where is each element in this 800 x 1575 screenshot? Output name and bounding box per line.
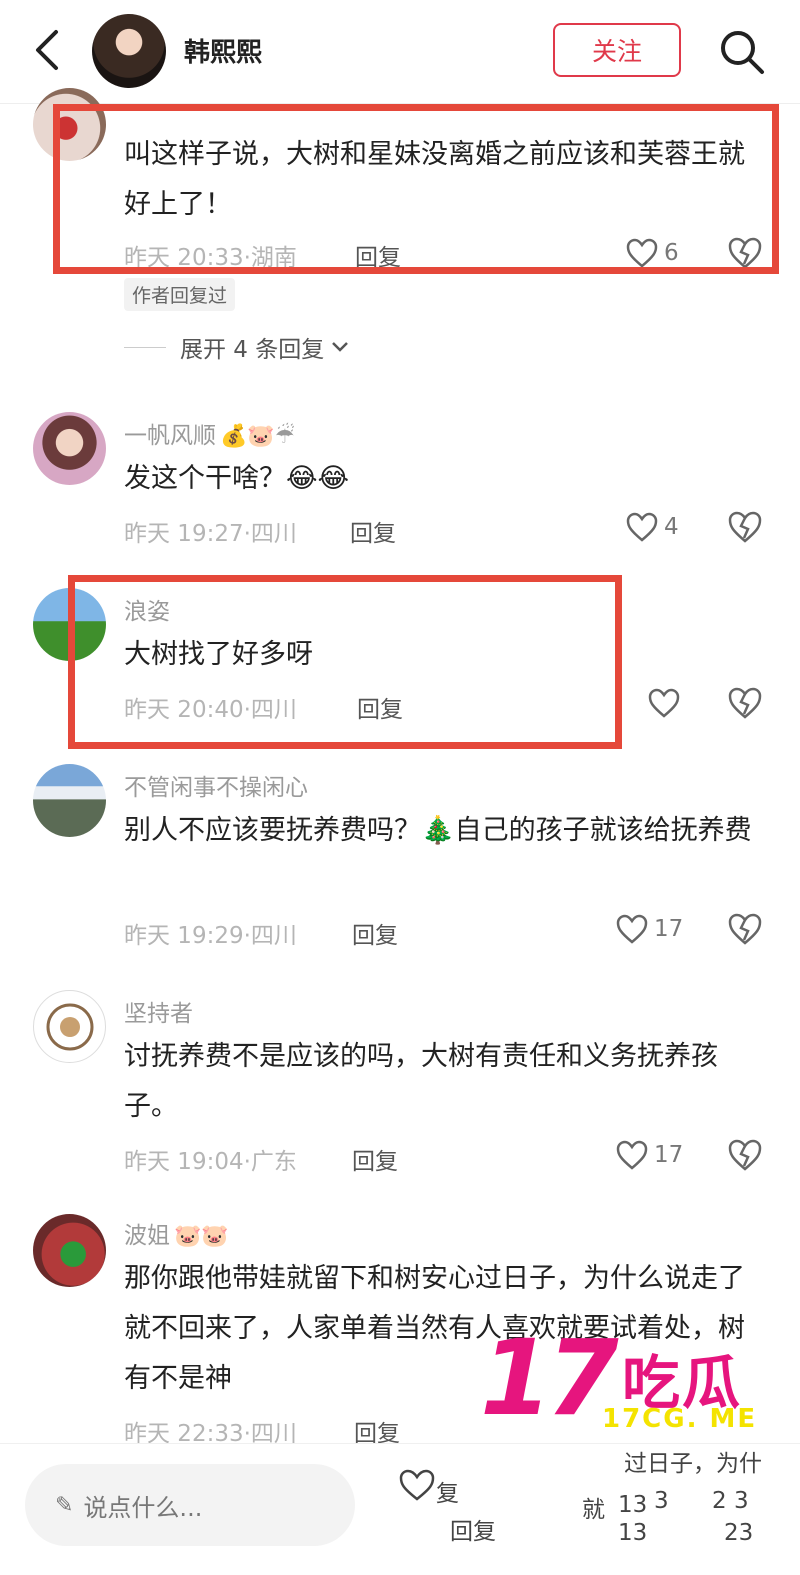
ghost-text: 23 — [724, 1520, 754, 1546]
highlight-box — [68, 575, 622, 749]
comment-time-location: 昨天 19:29·四川 — [124, 923, 297, 949]
reply-button[interactable]: 回复 — [352, 1142, 398, 1176]
watermark-site: 17CG. ME — [602, 1404, 758, 1434]
heart-icon — [616, 914, 648, 944]
comment-input-placeholder: 说点什么... — [83, 1493, 203, 1522]
ghost-text: 13 — [618, 1492, 648, 1518]
name-emojis: 💰🐷☔ — [220, 424, 295, 449]
broken-heart-icon — [728, 511, 762, 543]
name-emojis: 🐷🐷 — [174, 1224, 229, 1249]
broken-heart-icon — [728, 1139, 762, 1171]
dislike-button[interactable] — [727, 510, 763, 544]
ghost-text: 3 — [654, 1488, 669, 1514]
comment-text: 别人不应该要抚养费吗？🎄自己的孩子就该给抚养费 — [124, 815, 752, 846]
heart-icon — [616, 1140, 648, 1170]
like-button[interactable]: 4 — [626, 510, 679, 544]
commenter-name-text: 波姐 — [124, 1223, 170, 1249]
comment-item: 坚持者 讨抚养费不是应该的吗，大树有责任和义务抚养孩子。 昨天 19:04·广东… — [0, 982, 800, 1192]
commenter-avatar[interactable] — [33, 1214, 106, 1287]
divider — [124, 346, 166, 348]
watermark-logo: 17 吃瓜 17CG. ME — [480, 1317, 780, 1439]
ghost-text: 回复 — [450, 1519, 496, 1545]
chevron-down-icon — [332, 342, 349, 352]
ghost-text: 13 — [618, 1520, 648, 1546]
dislike-button[interactable] — [727, 912, 763, 946]
ghost-text: 2 3 — [712, 1488, 749, 1514]
highlight-box — [53, 104, 779, 274]
heart-icon — [648, 688, 680, 718]
commenter-name[interactable]: 不管闲事不操闲心 — [124, 768, 308, 802]
like-count: 17 — [654, 1142, 684, 1168]
ghost-text: 复 — [436, 1481, 459, 1507]
watermark-number: 17 — [480, 1317, 619, 1439]
broken-heart-icon — [728, 687, 762, 719]
like-count: 17 — [654, 916, 684, 942]
like-button[interactable] — [648, 686, 686, 720]
reply-button[interactable]: 回复 — [352, 916, 398, 950]
commenter-name[interactable]: 一帆风顺 💰🐷☔ — [124, 416, 295, 450]
comment-item: 一帆风顺 💰🐷☔ 发这个干啥？😂😂 昨天 19:27·四川 回复 4 — [0, 400, 800, 560]
dislike-button[interactable] — [727, 1138, 763, 1172]
author-replied-badge: 作者回复过 — [124, 278, 236, 311]
heart-icon — [626, 512, 658, 542]
commenter-avatar[interactable] — [33, 990, 106, 1063]
commenter-name[interactable]: 坚持者 — [124, 994, 193, 1028]
commenter-name-text: 一帆风顺 — [124, 423, 216, 449]
comment-text: 讨抚养费不是应该的吗，大树有责任和义务抚养孩子。 — [124, 1041, 718, 1122]
bottom-comment-bar: ✎ 说点什么... 复 回复 过日子，为什 就 13 3 2 3 13 23 — [0, 1443, 800, 1575]
pencil-icon: ✎ — [55, 1492, 74, 1518]
comment-input[interactable]: ✎ 说点什么... — [25, 1464, 355, 1546]
like-count: 4 — [664, 514, 679, 540]
reply-button[interactable]: 回复 — [350, 514, 396, 548]
commenter-avatar[interactable] — [33, 412, 106, 485]
comment-text: 发这个干啥？😂😂 — [124, 463, 350, 494]
commenter-avatar[interactable] — [33, 764, 106, 837]
like-button[interactable]: 17 — [616, 912, 683, 946]
heart-icon[interactable] — [398, 1468, 436, 1502]
expand-replies[interactable]: 展开 4 条回复 — [124, 330, 350, 364]
emblem-icon — [46, 1003, 94, 1051]
broken-heart-icon — [728, 913, 762, 945]
ghost-text: 过日子，为什 — [624, 1451, 762, 1477]
ghost-text: 就 — [582, 1497, 605, 1523]
comment-item: 不管闲事不操闲心 别人不应该要抚养费吗？🎄自己的孩子就该给抚养费 昨天 19:2… — [0, 756, 800, 966]
commenter-name[interactable]: 波姐 🐷🐷 — [124, 1216, 229, 1250]
comment-time-location: 昨天 19:27·四川 — [124, 521, 297, 547]
comment-time-location: 昨天 19:04·广东 — [124, 1149, 297, 1175]
expand-replies-label: 展开 4 条回复 — [180, 337, 325, 363]
dislike-button[interactable] — [727, 686, 763, 720]
like-button[interactable]: 17 — [616, 1138, 683, 1172]
